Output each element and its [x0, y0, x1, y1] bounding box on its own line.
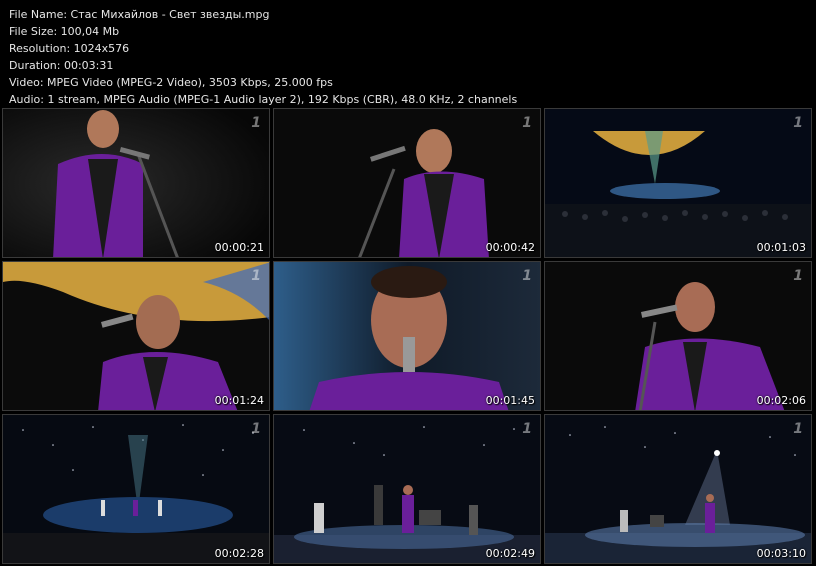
thumbnail-9[interactable]: 1 00:03:10 — [544, 414, 812, 564]
timestamp: 00:02:49 — [485, 547, 535, 560]
video-info: Video: MPEG Video (MPEG-2 Video), 3503 K… — [9, 76, 333, 89]
file-name: File Name: Стас Михайлов - Свет звезды.m… — [9, 8, 270, 21]
thumbnail-5[interactable]: 1 00:01:45 — [273, 261, 541, 411]
scene-image — [3, 109, 269, 257]
file-size: File Size: 100,04 Mb — [9, 25, 120, 38]
thumbnail-8[interactable]: 1 00:02:49 — [273, 414, 541, 564]
thumbnail-1[interactable]: 1 00:00:21 — [2, 108, 270, 258]
channel-logo: 1 — [251, 115, 261, 131]
duration: Duration: 00:03:31 — [9, 59, 114, 72]
channel-logo: 1 — [522, 115, 532, 131]
scene-image — [545, 262, 811, 410]
thumbnail-6[interactable]: 1 00:02:06 — [544, 261, 812, 411]
timestamp: 00:02:28 — [214, 547, 264, 560]
channel-logo: 1 — [522, 421, 532, 437]
scene-image — [545, 109, 811, 257]
scene-image — [3, 415, 269, 563]
timestamp: 00:00:42 — [485, 241, 535, 254]
timestamp: 00:02:06 — [756, 394, 806, 407]
thumbnail-7[interactable]: 1 00:02:28 — [2, 414, 270, 564]
timestamp: 00:03:10 — [756, 547, 806, 560]
channel-logo: 1 — [793, 268, 803, 284]
thumbnail-2[interactable]: 1 00:00:42 — [273, 108, 541, 258]
resolution: Resolution: 1024x576 — [9, 42, 130, 55]
scene-image — [274, 262, 540, 410]
scene-image — [545, 415, 811, 563]
scene-image — [274, 109, 540, 257]
channel-logo: 1 — [522, 268, 532, 284]
file-info: File Name: Стас Михайлов - Свет звезды.m… — [9, 6, 517, 108]
scene-image — [274, 415, 540, 563]
channel-logo: 1 — [793, 421, 803, 437]
timestamp: 00:01:03 — [756, 241, 806, 254]
timestamp: 00:01:24 — [214, 394, 264, 407]
channel-logo: 1 — [793, 115, 803, 131]
channel-logo: 1 — [251, 268, 261, 284]
thumbnail-3[interactable]: 1 00:01:03 — [544, 108, 812, 258]
audio-info: Audio: 1 stream, MPEG Audio (MPEG-1 Audi… — [9, 93, 518, 106]
thumbnail-grid: 1 00:00:21 1 00:00:42 1 00:01:03 1 00:01… — [2, 108, 814, 564]
channel-logo: 1 — [251, 421, 261, 437]
timestamp: 00:00:21 — [214, 241, 264, 254]
timestamp: 00:01:45 — [485, 394, 535, 407]
thumbnail-4[interactable]: 1 00:01:24 — [2, 261, 270, 411]
scene-image — [3, 262, 269, 410]
